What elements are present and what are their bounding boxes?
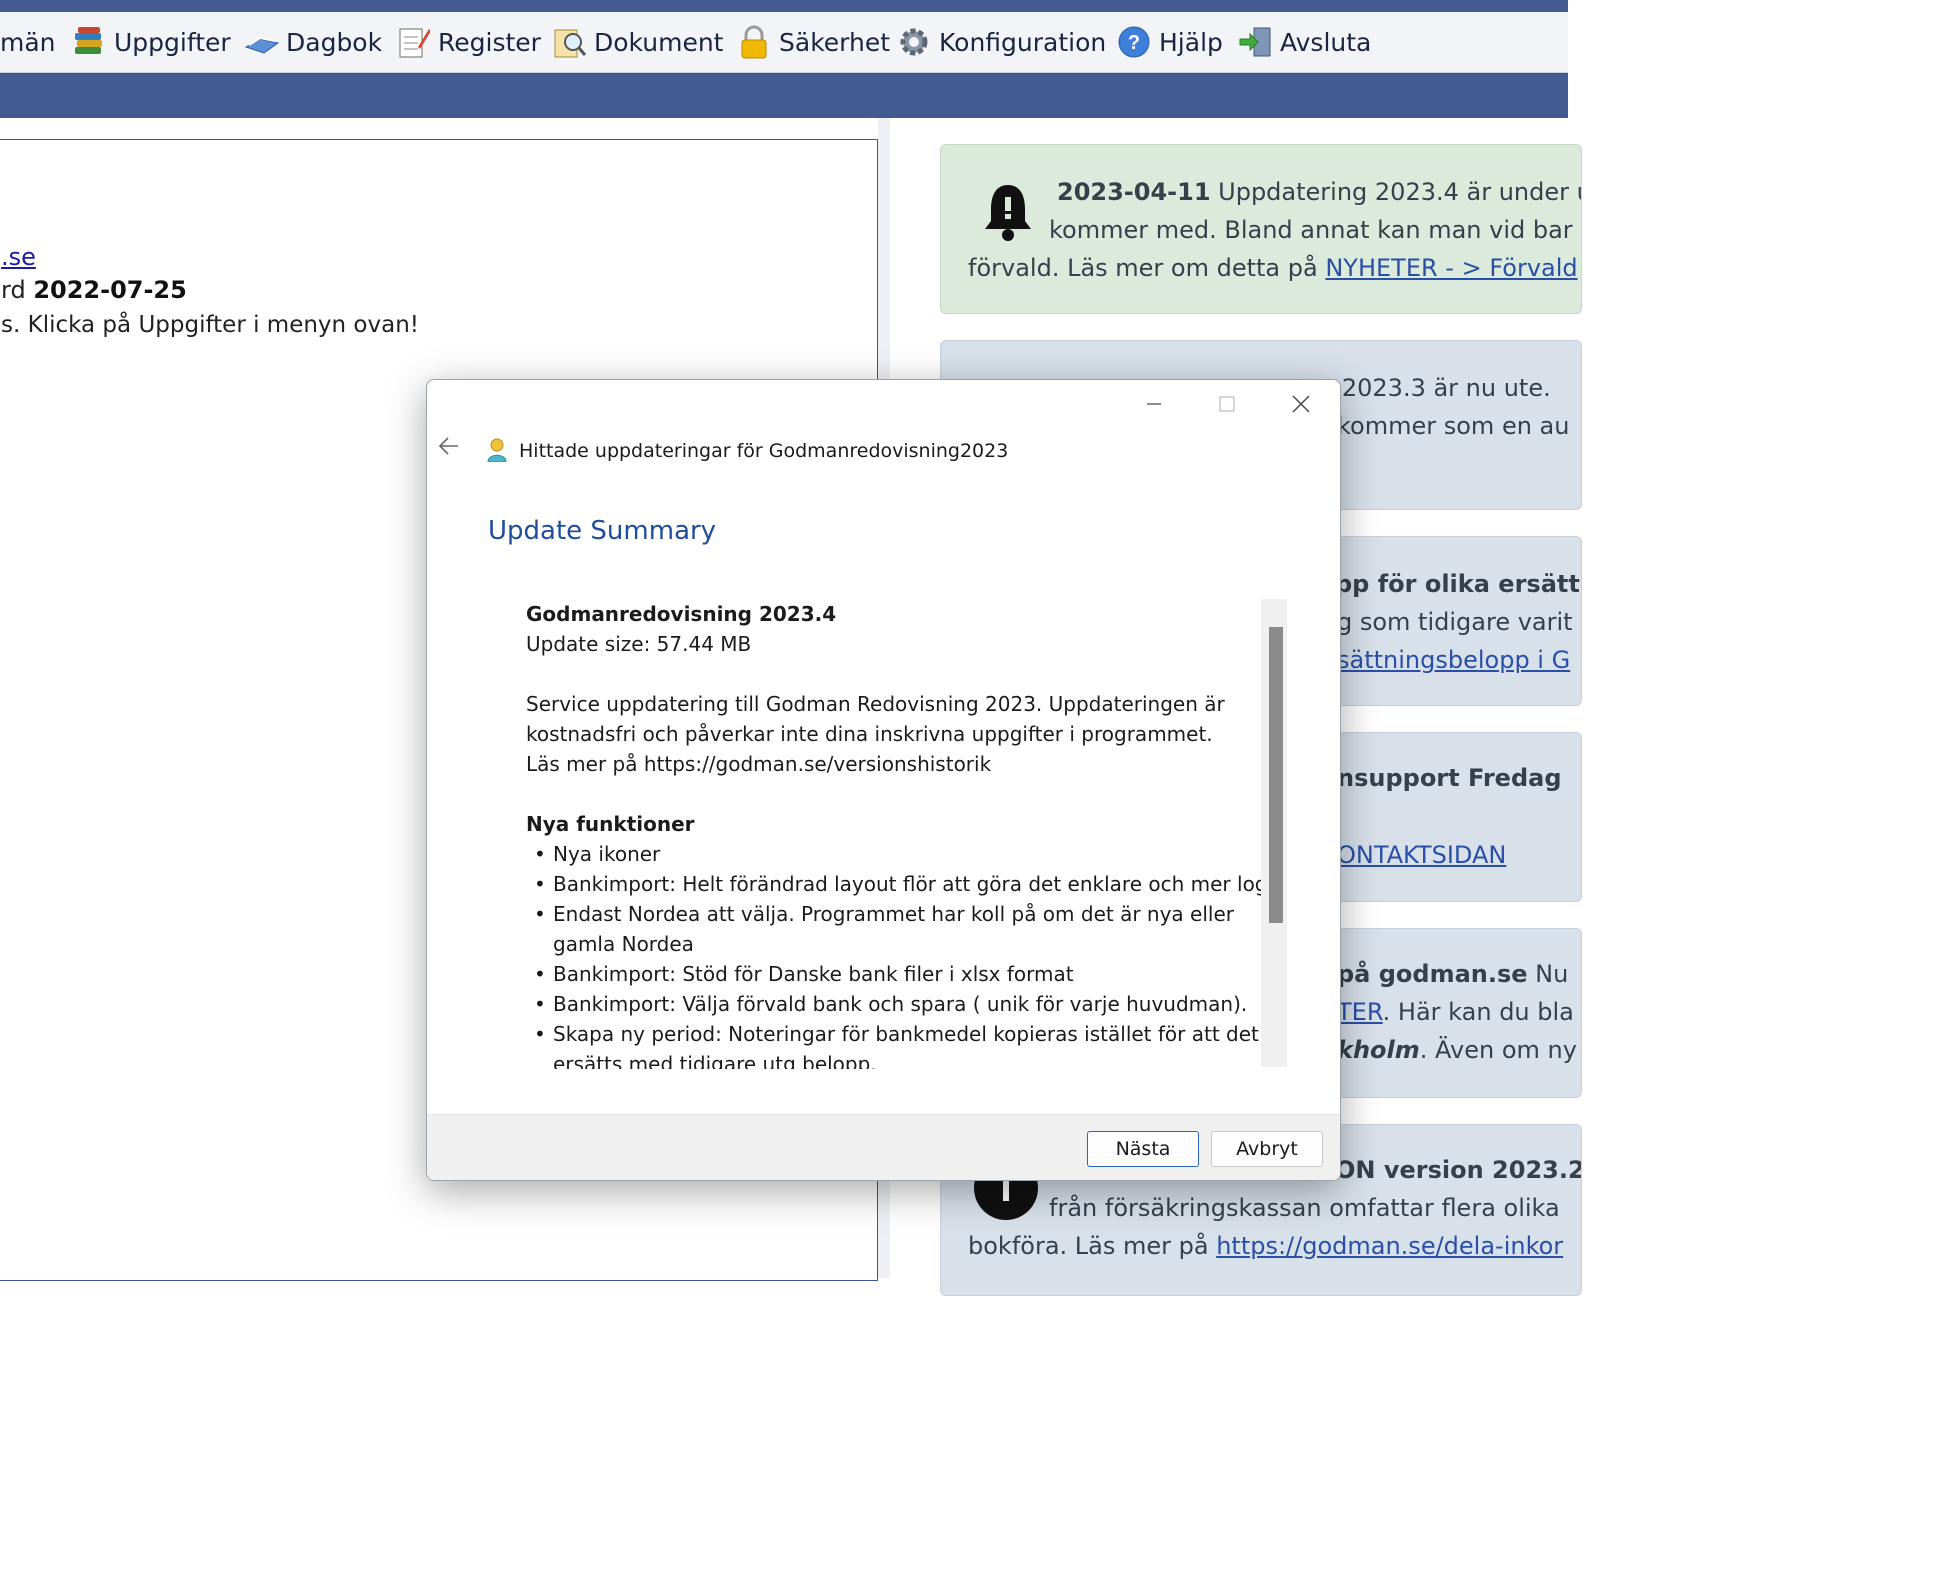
menu-item-register[interactable]: Register — [396, 22, 541, 62]
back-arrow-icon[interactable] — [437, 434, 461, 464]
list-item: Skapa ny period: Noteringar för bankmede… — [526, 1019, 1262, 1069]
news-link[interactable]: ONTAKTSIDAN — [1337, 841, 1506, 869]
gear-icon — [897, 25, 931, 59]
minimize-button[interactable] — [1131, 388, 1177, 420]
top-accent-bar — [0, 0, 1568, 12]
news-date: 2023-04-11 — [1057, 178, 1211, 206]
svg-text:?: ? — [1128, 32, 1140, 54]
product-name: Godmanredovisning 2023.4 — [526, 602, 837, 626]
menu-item-sakerhet[interactable]: Säkerhet — [737, 22, 890, 62]
list-item: Nya ikoner — [526, 839, 1262, 869]
menu-item-avsluta[interactable]: Avsluta — [1238, 22, 1371, 62]
scrollbar-thumb[interactable] — [1269, 627, 1283, 923]
notepad-icon — [396, 25, 431, 59]
website-link[interactable]: .se — [1, 243, 36, 271]
list-item: Endast Nordea att välja. Programmet har … — [526, 899, 1262, 959]
toolbar-strip — [0, 73, 1568, 118]
list-item: Bankimport: Helt förändrad layout flör a… — [526, 869, 1262, 899]
exit-door-icon — [1238, 25, 1272, 59]
menu-item-konfiguration[interactable]: Konfiguration — [897, 22, 1106, 62]
menu-item-dagbok[interactable]: Dagbok — [244, 22, 382, 62]
update-size: Update size: 57.44 MB — [526, 632, 752, 656]
news-card: 2023-04-11 Uppdatering 2023.4 är under u… — [940, 144, 1582, 314]
list-item: Bankimport: Välja förvald bank och spara… — [526, 989, 1262, 1019]
close-icon — [1292, 395, 1310, 413]
bell-icon — [981, 181, 1035, 243]
release-notes-scrollbar[interactable] — [1261, 599, 1287, 1067]
close-button[interactable] — [1278, 388, 1324, 420]
dialog-footer: Nästa Avbryt — [427, 1114, 1340, 1180]
minimize-icon — [1147, 403, 1161, 405]
help-icon: ? — [1117, 25, 1151, 59]
update-dialog: Hittade uppdateringar för Godmanredovisn… — [426, 379, 1341, 1181]
padlock-icon — [737, 25, 771, 59]
instruction-text: s. Klicka på Uppgifter i menyn ovan! — [1, 312, 419, 338]
menu-item-dokument[interactable]: Dokument — [552, 22, 723, 62]
section-heading: Nya funktioner — [526, 812, 695, 836]
license-date-text: rd 2022-07-25 — [1, 276, 187, 304]
maximize-icon — [1219, 396, 1235, 412]
list-item: Bankimport: Stöd för Danske bank filer i… — [526, 959, 1262, 989]
menu-item-uppgifter[interactable]: Uppgifter — [72, 22, 231, 62]
maximize-button[interactable] — [1204, 388, 1250, 420]
document-search-icon — [552, 25, 587, 59]
release-notes: Godmanredovisning 2023.4 Update size: 57… — [526, 599, 1262, 1069]
news-link[interactable]: NYHETER - > Förvald — [1325, 254, 1577, 282]
open-book-icon — [244, 25, 280, 59]
app-user-icon — [487, 438, 507, 463]
main-menu-bar: män Uppgifter Dagbok Register Dokument S… — [0, 12, 1568, 73]
news-link[interactable]: https://godman.se/dela-inkor — [1216, 1232, 1563, 1260]
books-icon — [72, 25, 106, 59]
dialog-title: Hittade uppdateringar för Godmanredovisn… — [519, 440, 1009, 462]
news-link[interactable]: sättningsbelopp i G — [1337, 646, 1570, 674]
menu-item-huvudman[interactable]: män — [0, 22, 56, 62]
feature-list: Nya ikoner Bankimport: Helt förändrad la… — [526, 839, 1262, 1069]
news-link[interactable]: TER — [1337, 998, 1383, 1026]
next-button[interactable]: Nästa — [1087, 1131, 1199, 1167]
menu-item-hjalp[interactable]: ? Hjälp — [1117, 22, 1223, 62]
cancel-button[interactable]: Avbryt — [1211, 1131, 1323, 1167]
update-summary-heading: Update Summary — [488, 516, 717, 546]
